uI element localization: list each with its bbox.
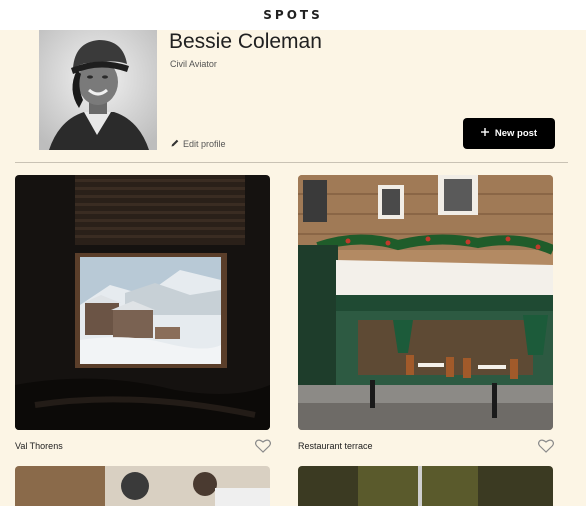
- profile-name: Bessie Coleman: [169, 30, 322, 53]
- logo: SPOTS: [263, 8, 323, 22]
- card-image[interactable]: [15, 466, 270, 506]
- card-image-val-thorens[interactable]: [15, 175, 270, 430]
- new-post-button[interactable]: New post: [463, 118, 555, 149]
- like-icon[interactable]: [538, 439, 554, 453]
- new-post-label: New post: [494, 128, 538, 139]
- like-icon[interactable]: [255, 439, 271, 453]
- divider: [15, 162, 568, 163]
- avatar: [39, 30, 157, 150]
- card-title: Restaurant terrace: [298, 441, 373, 451]
- plus-icon: [480, 128, 489, 139]
- edit-profile-button[interactable]: Edit profile: [171, 139, 226, 149]
- header: SPOTS: [0, 0, 586, 30]
- edit-profile-label: Edit profile: [183, 139, 226, 149]
- card-image-restaurant-terrace[interactable]: [298, 175, 553, 430]
- card-image[interactable]: [298, 466, 553, 506]
- profile-description: Civil Aviator: [170, 59, 217, 69]
- pencil-icon: [171, 139, 179, 149]
- card-title: Val Thorens: [15, 441, 63, 451]
